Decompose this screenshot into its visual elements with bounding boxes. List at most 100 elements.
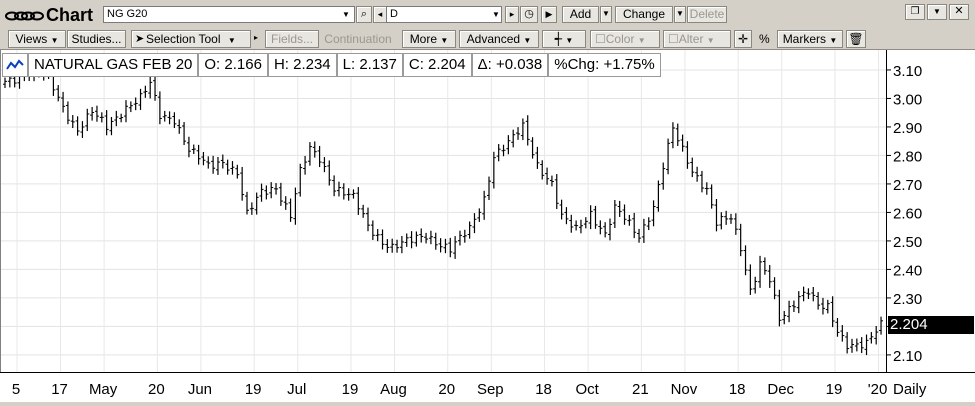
crosshair-icon[interactable]: ✛ xyxy=(734,30,752,48)
bar-style-icon: ┽ xyxy=(554,32,562,46)
y-tick-label: 2.40 xyxy=(893,262,922,279)
period-dropdown-icon[interactable]: ▼ xyxy=(492,10,500,19)
alter-label: Alter xyxy=(678,32,704,46)
y-tick-label: 2.70 xyxy=(893,177,922,194)
cursor-icon: ➤ xyxy=(135,33,145,45)
x-tick-label: Sep xyxy=(477,381,504,398)
checkbox-icon: ☐ xyxy=(595,32,606,46)
y-tick-label: 3.10 xyxy=(893,63,922,80)
more-button[interactable]: More ▼ xyxy=(402,30,456,48)
markers-dropdown-icon: ▼ xyxy=(829,36,838,45)
change-button[interactable]: Change xyxy=(615,6,673,23)
restore-icon[interactable]: ❐ xyxy=(905,4,925,20)
close-icon[interactable]: ✕ xyxy=(949,4,969,20)
chart-toolbar: Views ▼ Studies... ➤ Selection Tool ▼ ▸ … xyxy=(0,29,975,50)
selection-tool-button[interactable]: ➤ Selection Tool ▼ xyxy=(131,30,251,48)
more-dropdown-icon: ▼ xyxy=(440,36,449,45)
x-tick-label: 17 xyxy=(51,381,68,398)
percent-button[interactable]: % xyxy=(759,32,770,46)
alter-dropdown-icon: ▼ xyxy=(706,36,715,45)
x-tick-label: '20 xyxy=(868,381,888,398)
high-value: H: 2.234 xyxy=(267,53,337,77)
pct-change-value: %Chg: +1.75% xyxy=(548,53,661,77)
play-icon[interactable]: ▶ xyxy=(541,6,557,23)
arrow-left-icon[interactable]: ◂ xyxy=(373,6,387,23)
open-value: O: 2.166 xyxy=(198,53,268,77)
bar-style-button[interactable]: ┽ ▼ xyxy=(542,30,586,48)
more-label: More xyxy=(409,32,438,46)
change-dropdown-icon[interactable]: ▼ xyxy=(674,6,686,23)
y-tick-label: 2.50 xyxy=(893,234,922,251)
delete-button[interactable]: Delete xyxy=(687,6,727,23)
studies-button[interactable]: Studies... xyxy=(67,30,126,48)
views-button[interactable]: Views ▼ xyxy=(8,30,66,48)
search-icon[interactable]: ⌕ xyxy=(356,6,372,23)
symbol-input[interactable]: NG G20 xyxy=(103,6,355,23)
symbol-value: NG G20 xyxy=(107,8,148,20)
low-value: L: 2.137 xyxy=(336,53,403,77)
x-tick-label: Dec xyxy=(767,381,794,398)
x-tick-label: 20 xyxy=(438,381,455,398)
y-tick-label: 2.10 xyxy=(893,348,922,365)
arrow-right-icon[interactable]: ▸ xyxy=(505,6,519,23)
link-icon[interactable] xyxy=(4,8,44,24)
x-tick-label: Oct xyxy=(575,381,599,398)
period-input[interactable]: D xyxy=(386,6,502,23)
clock-icon[interactable]: ◷ xyxy=(520,6,538,23)
y-tick-label: 3.00 xyxy=(893,91,922,108)
expand-arrow-icon[interactable]: ▸ xyxy=(254,33,258,42)
instrument-name: NATURAL GAS FEB 20 xyxy=(28,53,199,77)
markers-label: Markers xyxy=(782,32,827,46)
x-tick-label: 21 xyxy=(632,381,649,398)
fields-button[interactable]: Fields... xyxy=(265,30,319,48)
x-tick-label: 19 xyxy=(342,381,359,398)
x-tick-label: 19 xyxy=(826,381,843,398)
advanced-button[interactable]: Advanced ▼ xyxy=(459,30,539,48)
chart-style-icon[interactable] xyxy=(2,53,28,77)
x-tick-label: Daily xyxy=(893,381,927,398)
change-value: Δ: +0.038 xyxy=(471,53,549,77)
x-tick-label: Aug xyxy=(380,381,407,398)
markers-button[interactable]: Markers ▼ xyxy=(777,30,843,48)
x-tick-label: 20 xyxy=(148,381,165,398)
selection-tool-label: Selection Tool xyxy=(146,32,221,46)
y-tick-label: 2.30 xyxy=(893,291,922,308)
window-titlebar: Chart NG G20 ▼ ⌕ ◂ D ▼ ▸ ◷ ▶ Add ▼ Chang… xyxy=(0,0,975,30)
last-price-marker: 2.204 xyxy=(888,316,974,334)
price-chart[interactable] xyxy=(1,50,887,372)
menu-down-icon[interactable]: ▼ xyxy=(927,4,947,20)
color-dropdown-icon: ▼ xyxy=(637,36,646,45)
views-dropdown-icon: ▼ xyxy=(50,36,59,45)
views-label: Views xyxy=(15,32,48,46)
quote-info-bar: NATURAL GAS FEB 20 O: 2.166 H: 2.234 L: … xyxy=(2,53,661,77)
x-tick-label: 18 xyxy=(535,381,552,398)
checkbox-icon: ☐ xyxy=(668,32,679,46)
color-label: Color xyxy=(605,32,635,46)
continuation-button[interactable]: Continuation xyxy=(321,30,395,48)
chart-plot-area[interactable] xyxy=(0,50,887,372)
trash-icon[interactable]: 🗑 xyxy=(846,30,866,48)
window-title: Chart xyxy=(46,5,94,25)
y-tick-label: 2.60 xyxy=(893,205,922,222)
symbol-dropdown-icon[interactable]: ▼ xyxy=(342,10,350,19)
x-tick-label: 19 xyxy=(245,381,262,398)
alter-button[interactable]: ☐Alter ▼ xyxy=(663,30,731,48)
bar-style-dropdown-icon: ▼ xyxy=(565,36,574,45)
y-tick-label: 2.90 xyxy=(893,120,922,137)
y-tick-label: 2.80 xyxy=(893,148,922,165)
x-tick-label: Jun xyxy=(188,381,212,398)
x-tick-label: Nov xyxy=(671,381,698,398)
x-tick-label: May xyxy=(89,381,118,398)
advanced-label: Advanced xyxy=(466,32,521,46)
advanced-dropdown-icon: ▼ xyxy=(523,36,532,45)
period-value: D xyxy=(390,8,398,20)
x-tick-label: Jul xyxy=(287,381,306,398)
add-button[interactable]: Add xyxy=(562,6,599,23)
x-tick-label: 5 xyxy=(12,381,20,398)
selection-tool-dropdown-icon: ▼ xyxy=(227,36,236,45)
add-dropdown-icon[interactable]: ▼ xyxy=(600,6,612,23)
color-button[interactable]: ☐Color ▼ xyxy=(590,30,660,48)
x-tick-label: 18 xyxy=(729,381,746,398)
x-axis[interactable]: 5 17 May 20 Jun 19 Jul 19 Aug 20 Sep 18 Oct 21 Nov 18 De… xyxy=(0,372,975,402)
close-value: C: 2.204 xyxy=(402,53,472,77)
